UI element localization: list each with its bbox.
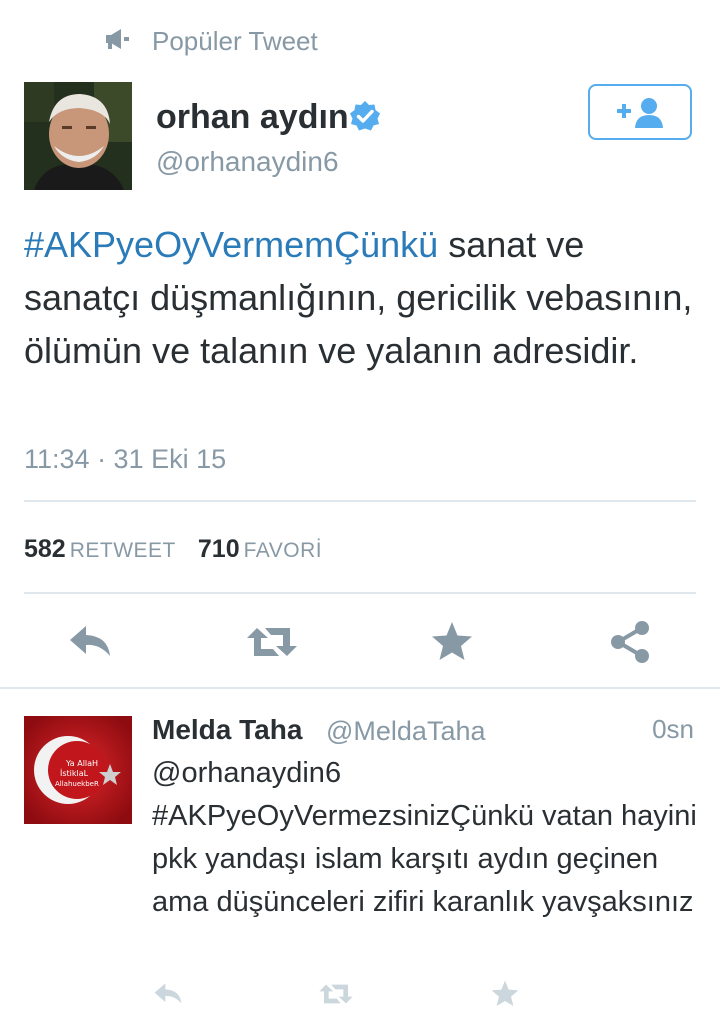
author-name[interactable]: orhan aydın	[156, 98, 349, 137]
divider	[24, 592, 696, 594]
retweet-label[interactable]: RETWEET	[70, 539, 176, 562]
divider	[0, 687, 720, 689]
favorite-star-icon[interactable]	[489, 978, 521, 1010]
avatar[interactable]	[24, 82, 132, 190]
svg-text:İstiklaL: İstiklaL	[60, 768, 89, 778]
megaphone-icon	[104, 28, 130, 50]
retweet-count[interactable]: 582	[24, 535, 66, 563]
verified-badge-icon	[349, 100, 381, 132]
reply-author-name[interactable]: Melda Taha	[152, 714, 302, 746]
reply-author-handle[interactable]: @MeldaTaha	[326, 716, 486, 747]
favorite-count[interactable]: 710	[198, 535, 240, 563]
favorite-label[interactable]: FAVORİ	[244, 539, 322, 562]
divider	[24, 500, 696, 502]
tweet-text: #AKPyeOyVermemÇünkü sanat ve sanatçı düş…	[24, 218, 704, 377]
favorite-star-icon[interactable]	[428, 618, 476, 666]
retweet-icon[interactable]	[318, 978, 353, 1010]
engagement-stats: 582 RETWEET 710 FAVORİ	[24, 535, 322, 564]
share-icon[interactable]	[606, 618, 654, 666]
reply-time: 0sn	[652, 714, 694, 744]
reply-text: @orhanaydin6 #AKPyeOyVermezsinizÇünkü va…	[152, 757, 697, 918]
add-user-icon	[617, 98, 663, 128]
author-handle[interactable]: @orhanaydin6	[156, 146, 339, 178]
context-label: Popüler Tweet	[152, 26, 318, 56]
reply-icon[interactable]	[152, 978, 184, 1010]
timestamp: 11:34 · 31 Eki 15	[24, 444, 227, 474]
hashtag-link[interactable]: #AKPyeOyVermemÇünkü	[24, 224, 438, 265]
reply-avatar[interactable]: Ya AllaH İstiklaL AllahuekbeR	[24, 716, 132, 824]
svg-text:AllahuekbeR: AllahuekbeR	[55, 780, 99, 788]
retweet-icon[interactable]	[245, 618, 297, 666]
svg-text:Ya AllaH: Ya AllaH	[65, 759, 98, 768]
follow-button[interactable]	[588, 84, 692, 140]
reply-icon[interactable]	[66, 618, 114, 666]
